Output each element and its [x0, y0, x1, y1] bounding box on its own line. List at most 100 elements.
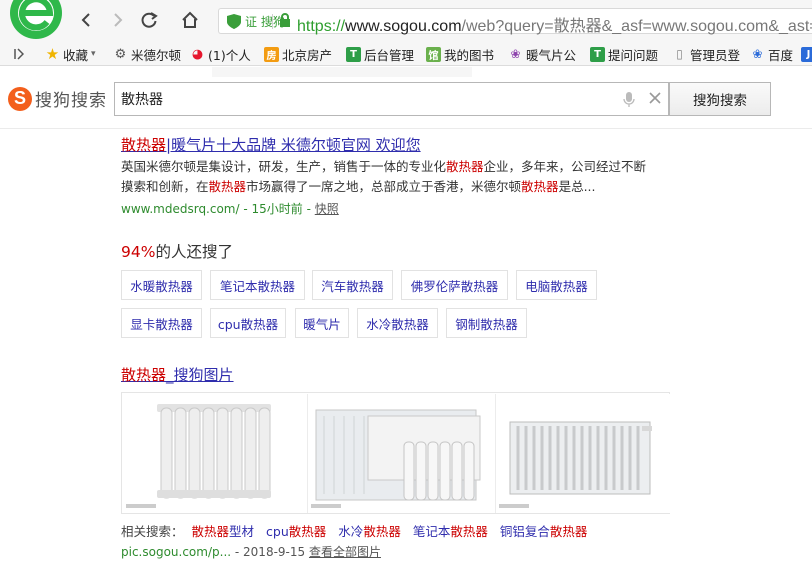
snippet-text: 企业，多年来，公司经过不断	[483, 159, 647, 174]
sogou-logo-text: 搜狗搜索	[35, 91, 107, 111]
microphone-icon[interactable]	[623, 91, 635, 108]
result-title-link[interactable]: 散热器|暖气片十大品牌 米德尔顿官网 欢迎您	[121, 134, 421, 155]
bookmark-favorites[interactable]: ★ 收藏 ▾	[45, 44, 96, 64]
related-link[interactable]: 铜铝复合散热器	[500, 521, 588, 540]
bookmark-label: 收藏	[63, 47, 89, 63]
radiator-image-1[interactable]	[123, 394, 306, 513]
clear-icon[interactable]	[648, 91, 662, 105]
gear-icon: ⚙	[114, 46, 127, 62]
view-all-images-link[interactable]: 查看全部图片	[309, 545, 381, 559]
result-url[interactable]: www.mdedsrq.com/	[121, 202, 240, 216]
snapshot-link[interactable]: 快照	[315, 202, 339, 216]
sogou-s-icon: S	[8, 86, 32, 111]
sidebar-toggle-icon[interactable]	[14, 44, 24, 64]
image-result-meta: pic.sogou.com/p... - 2018-9-15 查看全部图片	[121, 543, 381, 560]
bookmark-label: 我的图书	[444, 47, 495, 63]
baidu-paw-icon: ❀	[510, 47, 521, 61]
snippet-highlight: 散热器	[446, 159, 484, 174]
bookmark-beijing-housing[interactable]: 房 北京房产	[264, 44, 332, 64]
bookmark-label: 暖气片公	[526, 47, 577, 63]
related-label: 相关搜索：	[121, 524, 184, 539]
bookmark-my-books[interactable]: 馆 我的图书	[426, 44, 494, 64]
more-bookmarks-icon[interactable]: J	[801, 44, 812, 64]
browser-logo-icon[interactable]	[6, 0, 64, 42]
bookmarks-bar: ★ 收藏 ▾ ⚙ 米德尔顿 ◕ (1)个人 房 北京房产 T 后台管理 馆 我的…	[0, 42, 812, 66]
result-snippet-line-1: 英国米德尔顿是集设计，研发，生产，销售于一体的专业化散热器企业，多年来，公司经过…	[121, 156, 646, 178]
result-meta: www.mdedsrq.com/ - 15小时前 - 快照	[121, 200, 339, 217]
lock-icon	[280, 13, 290, 27]
bookmark-label: 管理员登	[690, 47, 741, 63]
snippet-text: 摸索和创新，在	[121, 179, 209, 194]
related-link[interactable]: 笔记本散热器	[413, 521, 488, 540]
address-bar[interactable]: 证 搜狗 https://www.sogou.com/web?query=散热器…	[218, 8, 812, 36]
related-link[interactable]: 散热器型材	[192, 521, 255, 540]
related-tag[interactable]: 暖气片	[295, 308, 349, 338]
chevron-down-icon: ▾	[91, 49, 96, 59]
result-date: - 2018-9-15	[231, 545, 309, 559]
search-input[interactable]	[121, 89, 601, 109]
home-icon[interactable]	[179, 9, 201, 31]
bookmark-label: 后台管理	[364, 47, 415, 63]
related-link[interactable]: cpu散热器	[266, 521, 326, 540]
related-tag[interactable]: 笔记本散热器	[210, 270, 305, 300]
star-icon: ★	[45, 45, 60, 63]
bookmark-baidu[interactable]: ❀ 百度	[750, 44, 793, 64]
baidu-paw-icon: ❀	[752, 47, 763, 61]
bookmark-admin-login[interactable]: ▯ 管理员登	[672, 44, 740, 64]
snippet-text: 市场赢得了一席之地，总部成立于香港，米德尔顿	[246, 179, 522, 194]
related-tag[interactable]: 水冷散热器	[357, 308, 438, 338]
book-icon: 馆	[426, 46, 441, 62]
related-tag[interactable]: 显卡散热器	[121, 308, 202, 338]
bookmark-label: 北京房产	[282, 47, 333, 63]
related-tag[interactable]: cpu散热器	[210, 308, 286, 338]
result-time: - 15小时前 -	[239, 202, 315, 216]
image-result-title-link[interactable]: 散热器_搜狗图片	[121, 364, 234, 385]
bookmark-mideerdun[interactable]: ⚙ 米德尔顿	[113, 44, 181, 64]
bookmark-admin[interactable]: T 后台管理	[346, 44, 414, 64]
image-strip	[121, 392, 670, 514]
search-button[interactable]: 搜狗搜索	[669, 82, 771, 116]
snippet-text: 是总...	[558, 179, 596, 194]
radiator-image-3[interactable]	[495, 394, 670, 513]
refresh-icon[interactable]	[138, 9, 160, 31]
url-text[interactable]: https://www.sogou.com/web?query=散热器&_asf…	[297, 12, 812, 36]
sogou-logo[interactable]: S 搜狗搜索	[8, 86, 107, 111]
related-tag[interactable]: 水暖散热器	[121, 270, 202, 300]
result-url[interactable]: pic.sogou.com/p...	[121, 545, 231, 559]
related-tag[interactable]: 佛罗伦萨散热器	[401, 270, 508, 300]
bookmark-label: 米德尔顿	[131, 47, 182, 63]
related-searches-heading: 94%的人还搜了	[121, 240, 233, 262]
result-snippet-line-2: 摸索和创新，在散热器市场赢得了一席之地，总部成立于香港，米德尔顿散热器是总...	[121, 176, 595, 198]
radiator-image-2[interactable]	[307, 394, 494, 513]
shield-icon	[227, 13, 241, 29]
certificate-badge[interactable]: 证 搜狗	[227, 12, 285, 30]
browser-toolbar: 证 搜狗 https://www.sogou.com/web?query=散热器…	[0, 0, 812, 42]
title-text: _搜狗图片	[166, 366, 234, 384]
related-tag[interactable]: 汽车散热器	[312, 270, 393, 300]
bookmark-personal[interactable]: ◕ (1)个人	[190, 44, 251, 64]
address-divider	[272, 14, 273, 29]
bookmark-ask-question[interactable]: T 提问问题	[590, 44, 658, 64]
back-icon[interactable]	[75, 9, 97, 31]
faded-suggestion	[212, 67, 472, 77]
url-host: www.sogou.com	[345, 18, 462, 35]
related-tag[interactable]: 钢制散热器	[446, 308, 527, 338]
search-box	[114, 82, 669, 116]
bookmark-label: (1)个人	[208, 47, 251, 63]
snippet-text: 英国米德尔顿是集设计，研发，生产，销售于一体的专业化	[121, 159, 447, 174]
related-percentage: 94%	[121, 243, 156, 261]
bookmark-label: 百度	[768, 47, 794, 63]
title-text: |暖气片十大品牌 米德尔顿官网 欢迎您	[166, 136, 421, 154]
related-heading-text: 的人还搜了	[155, 243, 233, 261]
forward-icon[interactable]	[107, 9, 129, 31]
related-link[interactable]: 水冷散热器	[338, 521, 401, 540]
related-tag[interactable]: 电脑散热器	[516, 270, 597, 300]
snippet-highlight: 散热器	[521, 179, 559, 194]
snippet-highlight: 散热器	[208, 179, 247, 194]
weibo-icon: ◕	[191, 46, 204, 62]
bookmark-radiator-company[interactable]: ❀ 暖气片公	[508, 44, 576, 64]
t-icon: T	[590, 46, 605, 62]
house-icon: 房	[264, 46, 279, 62]
page-icon: ▯	[676, 47, 683, 61]
t-icon: T	[346, 46, 361, 62]
